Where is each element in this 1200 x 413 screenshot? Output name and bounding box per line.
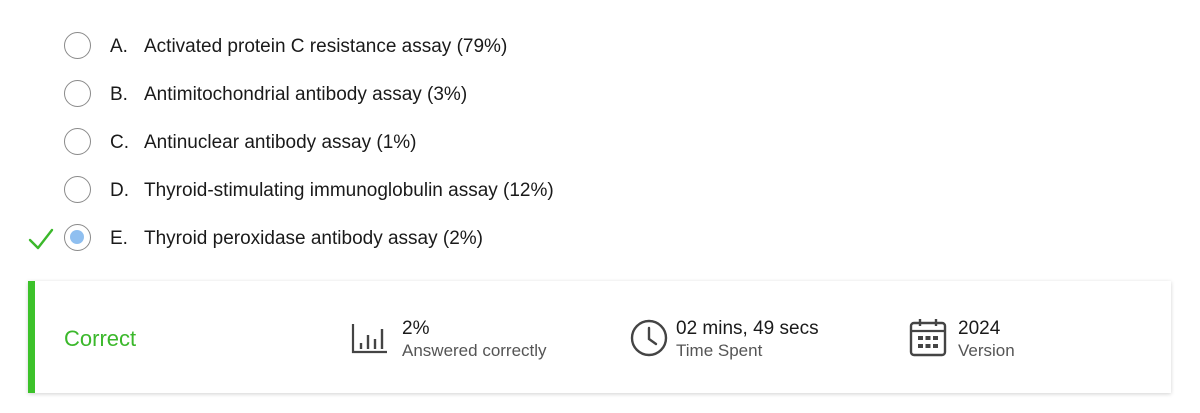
calendar-icon xyxy=(909,319,947,357)
answer-option-a[interactable]: A. Activated protein C resistance assay … xyxy=(0,23,1200,71)
radio-button[interactable] xyxy=(64,80,91,107)
option-text: Antimitochondrial antibody assay (3%) xyxy=(144,84,468,105)
stat-value: 02 mins, 49 secs xyxy=(676,318,819,339)
option-letter: E. xyxy=(110,228,128,249)
radio-button-selected[interactable] xyxy=(64,224,91,251)
answer-option-c[interactable]: C. Antinuclear antibody assay (1%) xyxy=(0,119,1200,167)
clock-icon xyxy=(630,319,668,357)
option-letter: A. xyxy=(110,36,128,57)
check-icon xyxy=(28,228,54,250)
option-text: Antinuclear antibody assay (1%) xyxy=(144,132,417,153)
radio-button[interactable] xyxy=(64,32,91,59)
answer-options: A. Activated protein C resistance assay … xyxy=(0,23,1200,263)
option-letter: B. xyxy=(110,84,128,105)
radio-dot xyxy=(70,230,84,244)
stat-value: 2024 xyxy=(958,318,1001,339)
option-text: Thyroid-stimulating immunoglobulin assay… xyxy=(144,180,554,201)
result-status: Correct xyxy=(64,326,137,351)
result-panel: Correct 2% Answered correctly 02 mins, 4… xyxy=(28,281,1171,393)
stat-label: Answered correctly xyxy=(402,341,547,360)
answer-option-b[interactable]: B. Antimitochondrial antibody assay (3%) xyxy=(0,71,1200,119)
answer-option-d[interactable]: D. Thyroid-stimulating immunoglobulin as… xyxy=(0,167,1200,215)
radio-button[interactable] xyxy=(64,176,91,203)
option-letter: D. xyxy=(110,180,129,201)
bar-chart-icon xyxy=(351,324,387,354)
stat-label: Version xyxy=(958,341,1015,360)
option-text: Activated protein C resistance assay (79… xyxy=(144,36,508,57)
answer-option-e[interactable]: E. Thyroid peroxidase antibody assay (2%… xyxy=(0,215,1200,263)
stat-value: 2% xyxy=(402,318,430,339)
radio-button[interactable] xyxy=(64,128,91,155)
stat-label: Time Spent xyxy=(676,341,763,360)
option-text: Thyroid peroxidase antibody assay (2%) xyxy=(144,228,484,249)
option-letter: C. xyxy=(110,132,129,153)
